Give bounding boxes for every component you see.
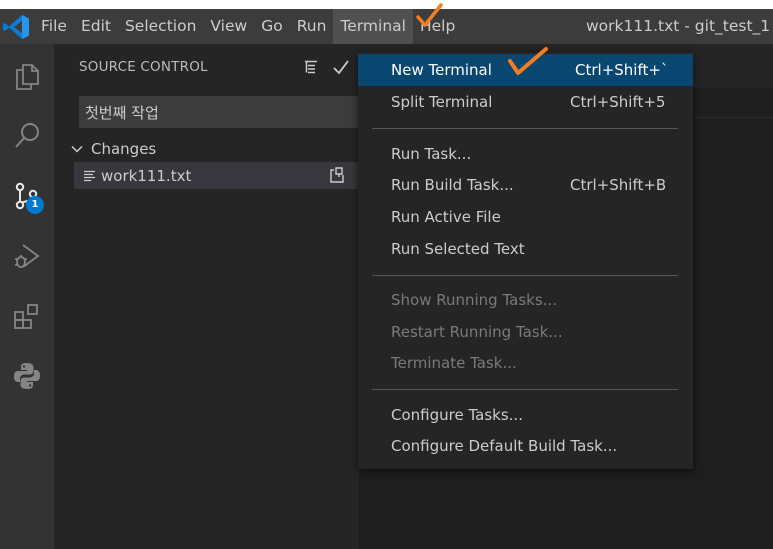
commit-message-input[interactable] bbox=[79, 96, 359, 128]
menu-item-shortcut: Ctrl+Shift+5 bbox=[570, 93, 666, 111]
changed-file-name: work111.txt bbox=[101, 166, 192, 185]
changes-group-header[interactable]: Changes bbox=[70, 138, 156, 160]
view-as-tree-icon[interactable] bbox=[300, 56, 322, 78]
activity-bar: 1 bbox=[0, 44, 54, 549]
menu-item-run-task[interactable]: Run Task... bbox=[358, 138, 693, 170]
window-title: work111.txt - git_test_1 - Vis bbox=[586, 17, 773, 35]
source-control-icon[interactable] bbox=[0, 170, 54, 222]
menu-item-label: Show Running Tasks... bbox=[391, 291, 557, 309]
menu-item-run-build-task[interactable]: Run Build Task... Ctrl+Shift+B bbox=[358, 169, 693, 201]
menu-view[interactable]: View bbox=[203, 9, 254, 44]
menu-item-label: Split Terminal bbox=[391, 93, 493, 111]
search-icon[interactable] bbox=[0, 110, 54, 162]
terminal-menu-dropdown: New Terminal Ctrl+Shift+` Split Terminal… bbox=[358, 52, 693, 469]
menu-item-label: Run Build Task... bbox=[391, 176, 514, 194]
menu-item-label: Run Task... bbox=[391, 145, 472, 163]
menu-item-label: Run Selected Text bbox=[391, 240, 525, 258]
annotation-check-mark bbox=[416, 3, 443, 27]
source-control-title: SOURCE CONTROL bbox=[79, 59, 208, 75]
menu-edit[interactable]: Edit bbox=[74, 9, 118, 44]
commit-check-icon[interactable] bbox=[330, 56, 352, 78]
extensions-icon[interactable] bbox=[0, 290, 54, 342]
run-debug-icon[interactable] bbox=[0, 230, 54, 282]
menu-separator bbox=[372, 128, 678, 129]
python-icon[interactable] bbox=[0, 350, 54, 402]
menu-item-restart-running-task: Restart Running Task... bbox=[358, 316, 693, 348]
menu-item-label: Configure Default Build Task... bbox=[391, 437, 618, 455]
menu-item-label: Configure Tasks... bbox=[391, 406, 523, 424]
menu-item-shortcut: Ctrl+Shift+B bbox=[570, 176, 667, 194]
menu-terminal[interactable]: Terminal bbox=[333, 9, 413, 44]
vscode-logo-icon[interactable] bbox=[2, 14, 30, 40]
menu-go[interactable]: Go bbox=[254, 9, 290, 44]
menu-item-label: Run Active File bbox=[391, 208, 501, 226]
menu-item-configure-tasks[interactable]: Configure Tasks... bbox=[358, 399, 693, 431]
menu-selection[interactable]: Selection bbox=[118, 9, 203, 44]
menu-item-show-running-tasks: Show Running Tasks... bbox=[358, 284, 693, 316]
menu-separator bbox=[372, 389, 678, 390]
menu-separator bbox=[372, 275, 678, 276]
menu-item-run-active-file[interactable]: Run Active File bbox=[358, 201, 693, 233]
changed-file-row[interactable]: work111.txt bbox=[74, 162, 359, 189]
menu-bar: File Edit Selection View Go Run Terminal… bbox=[34, 9, 462, 44]
open-file-icon[interactable] bbox=[328, 166, 346, 184]
menu-item-label: New Terminal bbox=[391, 61, 492, 79]
menu-item-run-selected-text[interactable]: Run Selected Text bbox=[358, 233, 693, 265]
explorer-icon[interactable] bbox=[0, 50, 54, 102]
changes-label: Changes bbox=[91, 140, 157, 158]
menu-item-shortcut: Ctrl+Shift+` bbox=[575, 61, 669, 79]
menu-item-label: Restart Running Task... bbox=[391, 323, 563, 341]
menu-item-label: Terminate Task... bbox=[391, 354, 517, 372]
title-bar: File Edit Selection View Go Run Terminal… bbox=[0, 0, 773, 44]
menu-item-configure-default-build-task[interactable]: Configure Default Build Task... bbox=[358, 430, 693, 462]
annotation-check-mark bbox=[508, 47, 548, 75]
menu-file[interactable]: File bbox=[34, 9, 74, 44]
title-bar-edge bbox=[0, 0, 773, 9]
menu-run[interactable]: Run bbox=[290, 9, 334, 44]
source-control-panel: SOURCE CONTROL Changes work111.txt bbox=[54, 44, 359, 549]
file-lines-icon bbox=[84, 170, 95, 181]
menu-item-terminate-task: Terminate Task... bbox=[358, 347, 693, 379]
chevron-down-icon bbox=[71, 145, 83, 153]
menu-item-split-terminal[interactable]: Split Terminal Ctrl+Shift+5 bbox=[358, 86, 693, 118]
source-control-badge: 1 bbox=[26, 196, 44, 214]
